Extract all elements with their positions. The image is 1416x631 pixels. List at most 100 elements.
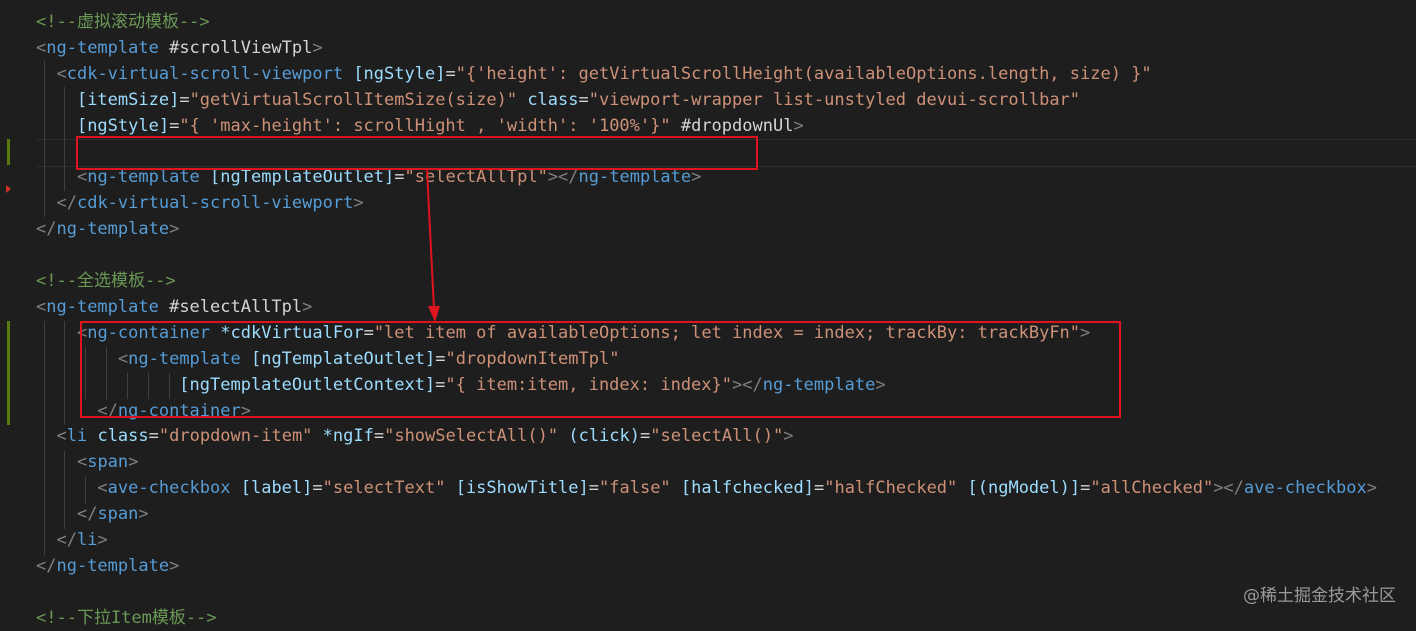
code-line[interactable]: <span>: [36, 449, 138, 475]
code-token: [isShowTitle]: [445, 478, 589, 499]
code-token: "halfChecked": [824, 478, 958, 499]
code-token: class: [517, 89, 579, 110]
code-token: "{'height': getVirtualScrollHeight(avail…: [455, 63, 1152, 84]
code-token: class: [87, 426, 149, 447]
code-token: *ngIf: [312, 426, 374, 447]
code-token: >: [128, 452, 139, 473]
code-token: ng-template: [56, 555, 170, 576]
code-token: <: [36, 37, 47, 58]
code-token: <!--全选模板-->: [36, 271, 176, 291]
code-token: [ngTemplateOutlet]: [199, 167, 395, 188]
code-token: >: [1366, 478, 1377, 499]
code-token: ng-template: [46, 37, 159, 58]
code-token: =: [813, 478, 825, 499]
code-token: ng-template: [87, 167, 200, 188]
code-line[interactable]: <!--全选模板-->: [36, 268, 176, 294]
gutter-deleted-marker: [6, 185, 11, 193]
code-token: #dropdownUl: [670, 115, 794, 136]
code-token: <: [76, 452, 88, 473]
code-line[interactable]: <ave-checkbox [label]="selectText" [isSh…: [36, 475, 1377, 501]
code-token: ng-template: [46, 296, 159, 317]
code-line[interactable]: <!--虚拟滚动模板-->: [36, 9, 210, 35]
code-token: <!--下拉Item模板-->: [36, 607, 217, 628]
code-token: "{ 'max-height': scrollHight , 'width': …: [179, 115, 671, 136]
code-token: "dropdown-item": [158, 426, 313, 447]
code-token: ></: [547, 167, 579, 188]
code-token: =: [148, 426, 159, 447]
code-token: =: [394, 167, 405, 188]
gutter-modified-marker: [7, 139, 10, 165]
code-line[interactable]: </cdk-virtual-scroll-viewport>: [36, 190, 364, 216]
code-token: cdk-virtual-scroll-viewport: [76, 193, 354, 214]
code-token: "getVirtualScrollItemSize(size)": [189, 89, 518, 110]
code-token: </: [56, 193, 77, 214]
code-token: =: [1080, 478, 1091, 499]
code-token: cdk-virtual-scroll-viewport: [66, 63, 344, 84]
code-token: </: [36, 219, 57, 240]
code-line[interactable]: </ng-template>: [36, 216, 179, 242]
code-token: [ngStyle]: [343, 63, 446, 84]
code-token: >: [97, 530, 108, 550]
code-token: "selectText": [322, 478, 446, 499]
code-token: =: [639, 426, 651, 447]
code-token: [(ngModel)]: [957, 478, 1081, 499]
code-token: "showSelectAll()": [384, 426, 559, 447]
code-token: =: [179, 89, 190, 110]
code-token: <: [56, 63, 67, 84]
code-token: >: [312, 37, 323, 58]
code-token: =: [445, 63, 456, 84]
code-line[interactable]: <cdk-virtual-scroll-viewport [ngStyle]="…: [36, 61, 1152, 87]
code-token: <!--虚拟滚动模板-->: [36, 12, 210, 32]
code-token: ></: [1213, 478, 1244, 499]
code-token: li: [66, 426, 88, 447]
code-token: >: [138, 504, 149, 525]
gutter-modified-marker: [7, 321, 10, 425]
code-token: (click): [558, 426, 640, 447]
code-token: "selectAllTpl": [404, 167, 548, 188]
code-editor[interactable]: <!--虚拟滚动模板--> <ng-template #scrollViewTpl…: [0, 0, 1416, 628]
code-token: </: [56, 530, 77, 550]
code-token: >: [793, 115, 804, 136]
code-token: "false": [599, 478, 671, 499]
code-token: =: [578, 89, 589, 110]
code-token: li: [76, 530, 98, 550]
annotation-box-empty-line: [76, 136, 758, 170]
code-token: "viewport-wrapper list-unstyled devui-sc…: [588, 89, 1081, 110]
code-token: ng-template: [56, 219, 170, 240]
code-token: #scrollViewTpl: [158, 37, 313, 58]
code-token: [label]: [230, 478, 313, 499]
code-token: ng-template: [578, 167, 692, 188]
code-line[interactable]: <ng-template #selectAllTpl>: [36, 294, 312, 320]
code-line[interactable]: </span>: [36, 501, 149, 527]
code-line[interactable]: </ng-template>: [36, 553, 179, 579]
annotation-box-ng-container: [80, 321, 1121, 418]
code-token: ave-checkbox: [107, 478, 231, 499]
code-token: <: [56, 426, 67, 447]
code-line[interactable]: <li class="dropdown-item" *ngIf="showSel…: [36, 423, 793, 449]
code-token: >: [169, 555, 180, 576]
code-token: <: [97, 478, 108, 499]
code-line[interactable]: <ng-template #scrollViewTpl>: [36, 35, 323, 61]
code-token: </: [76, 504, 98, 525]
code-token: </: [36, 555, 57, 576]
watermark: @稀土掘金技术社区: [1243, 586, 1396, 606]
code-line[interactable]: [ngStyle]="{ 'max-height': scrollHight ,…: [36, 113, 804, 139]
code-token: span: [97, 504, 139, 525]
code-token: =: [312, 478, 323, 499]
code-token: >: [169, 219, 180, 240]
code-line[interactable]: [itemSize]="getVirtualScrollItemSize(siz…: [36, 87, 1080, 113]
code-token: #selectAllTpl: [158, 296, 303, 317]
code-line[interactable]: </li>: [36, 527, 108, 553]
code-line[interactable]: <!--下拉Item模板-->: [36, 605, 217, 631]
code-token: span: [87, 452, 129, 473]
code-token: >: [353, 193, 364, 214]
